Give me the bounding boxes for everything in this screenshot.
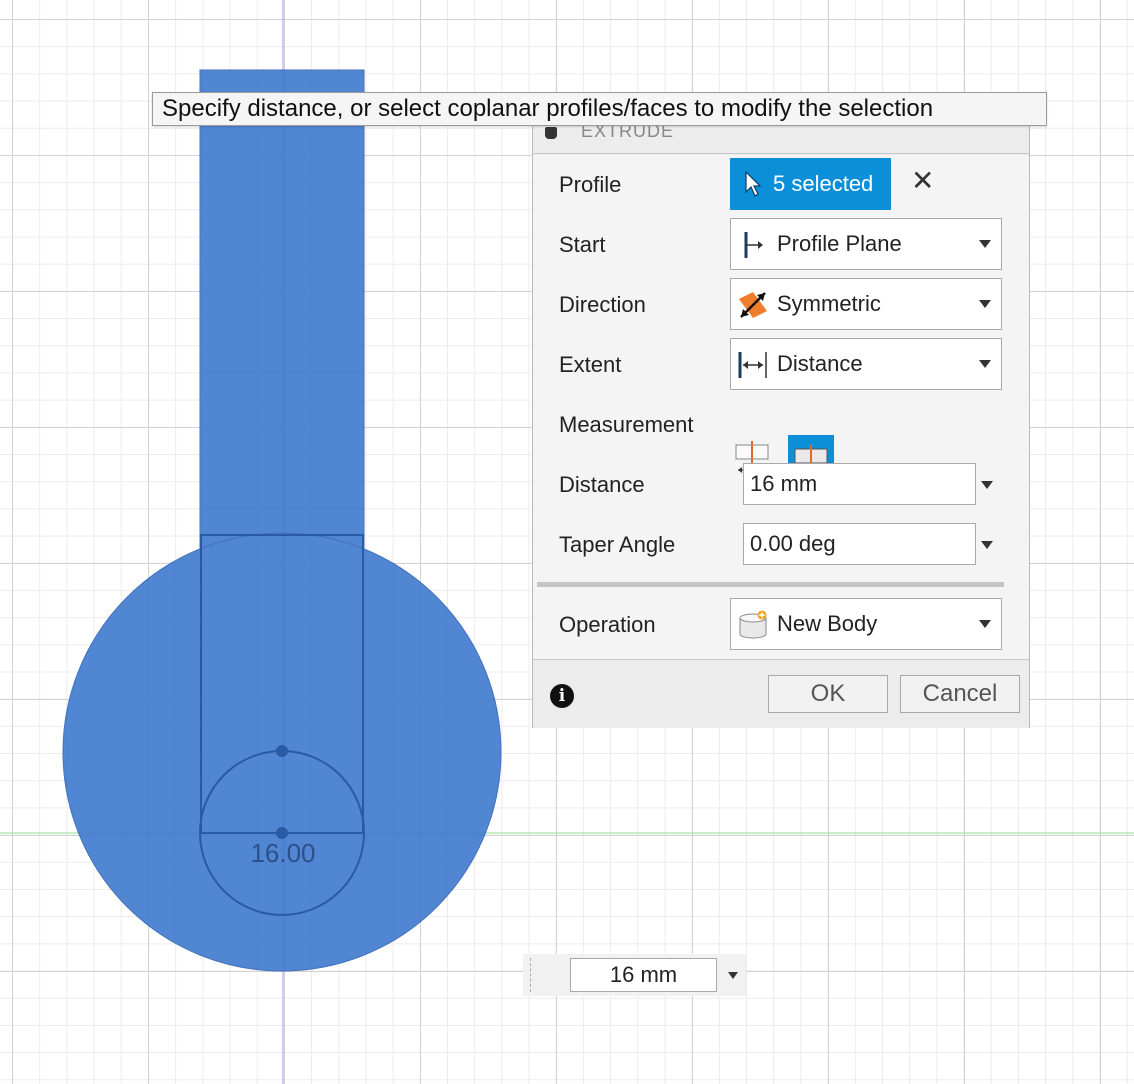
profile-plane-icon (744, 232, 763, 258)
taper-angle-label: Taper Angle (559, 532, 676, 557)
operation-value: New Body (777, 611, 878, 636)
chevron-down-icon (979, 360, 991, 368)
profile-label: Profile (559, 172, 622, 197)
operation-label: Operation (559, 612, 656, 637)
pointer-icon (745, 171, 762, 197)
sketch-point[interactable] (276, 745, 288, 757)
operation-dropdown[interactable]: New Body (730, 598, 1002, 650)
direction-label: Direction (559, 292, 646, 317)
section-divider (537, 582, 1004, 587)
taper-angle-input[interactable]: 0.00 deg (743, 523, 976, 565)
direction-dropdown[interactable]: Symmetric (730, 278, 1002, 330)
collapse-icon[interactable] (545, 127, 557, 139)
profile-select-button[interactable]: 5 selected (730, 158, 891, 210)
distance-mini-toolbar: 16 mm (523, 954, 746, 996)
start-label: Start (559, 232, 606, 257)
chevron-down-icon[interactable] (981, 481, 993, 489)
chevron-down-icon (979, 240, 991, 248)
measurement-label: Measurement (559, 412, 694, 437)
symmetric-icon (739, 292, 767, 318)
chevron-down-icon[interactable] (981, 541, 993, 549)
tooltip: Specify distance, or select coplanar pro… (152, 92, 1047, 126)
direction-value: Symmetric (777, 291, 881, 316)
extent-label: Extent (559, 352, 622, 377)
dimension-label[interactable]: 16.00 (250, 838, 315, 868)
start-dropdown[interactable]: Profile Plane (730, 218, 1002, 270)
clear-selection-icon[interactable]: ✕ (911, 166, 934, 196)
chevron-down-icon (979, 620, 991, 628)
drag-handle[interactable] (530, 958, 539, 992)
distance-mini-input[interactable]: 16 mm (570, 958, 717, 992)
chevron-down-icon[interactable] (728, 972, 738, 979)
start-value: Profile Plane (777, 231, 902, 256)
extent-value: Distance (777, 351, 863, 376)
extent-dropdown[interactable]: Distance (730, 338, 1002, 390)
new-body-icon (739, 610, 767, 639)
dialog-body: Profile 5 selected ✕ Start Profile Plane… (533, 155, 1029, 659)
chevron-down-icon (979, 300, 991, 308)
cancel-button[interactable]: Cancel (900, 675, 1020, 713)
profile-selected-count: 5 selected (773, 171, 874, 196)
distance-label: Distance (559, 472, 645, 497)
info-icon[interactable]: i (550, 684, 574, 708)
extrude-dialog: EXTRUDE Profile 5 selected ✕ Start Profi… (532, 118, 1030, 728)
distance-icon (738, 352, 767, 378)
dialog-footer: i OK Cancel (533, 659, 1029, 728)
distance-input[interactable]: 16 mm (743, 463, 976, 505)
ok-button[interactable]: OK (768, 675, 888, 713)
